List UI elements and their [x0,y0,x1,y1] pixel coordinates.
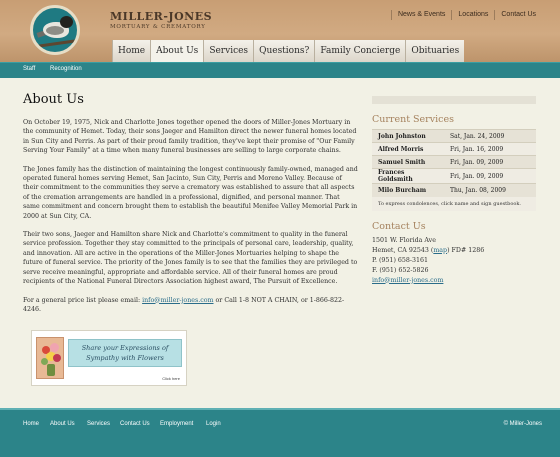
banner-line-1: Share your Expressions of [81,344,169,352]
service-date: Fri, Jan. 09, 2009 [444,168,536,184]
contact-email-link[interactable]: info@miller-jones.com [372,277,443,284]
service-row[interactable]: Frances Goldsmith Fri, Jan. 09, 2009 [372,168,536,184]
service-name[interactable]: Milo Burcham [372,183,444,197]
service-row[interactable]: John Johnston Sat, Jan. 24, 2009 [372,129,536,143]
subnav-staff[interactable]: Staff [23,66,35,72]
contact-heading: Contact Us [372,220,426,232]
service-name[interactable]: Frances Goldsmith [372,168,444,184]
site-header: MILLER-JONES MORTUARY & CREMATORY News &… [0,0,560,62]
contact-block: 1501 W. Florida Ave Hemet, CA 92543 (map… [372,236,536,286]
sub-nav: Staff Recognition [0,62,560,78]
top-links: News & Events Locations Contact Us [390,10,542,20]
sidebar-divider [372,96,536,104]
sidebar: Current Services John Johnston Sat, Jan. … [372,96,536,286]
nav-tab-home[interactable]: Home [112,40,151,62]
price-list-prefix: For a general price list please email: [23,296,143,304]
footer-link-login[interactable]: Login [206,421,221,427]
footer-link-employment[interactable]: Employment [160,421,193,427]
service-row[interactable]: Samuel Smith Fri, Jan. 09, 2009 [372,155,536,169]
brand[interactable]: MILLER-JONES MORTUARY & CREMATORY [110,10,212,30]
about-paragraph-2: The Jones family has the distinction of … [23,165,358,220]
services-note: To express condolences, click name and s… [372,196,536,211]
footer-link-services[interactable]: Services [87,421,110,427]
service-date: Sat, Jan. 24, 2009 [444,129,536,143]
top-link-news-events[interactable]: News & Events [390,10,451,20]
banner-line-2: Sympathy with Flowers [86,354,164,362]
price-list-email-link[interactable]: info@miller-jones.com [142,297,213,304]
top-link-locations[interactable]: Locations [451,10,494,20]
subnav-recognition[interactable]: Recognition [50,66,82,72]
service-row[interactable]: Alfred Morris Fri, Jan. 16, 2009 [372,142,536,156]
service-date: Thu, Jan. 08, 2009 [444,183,536,197]
nav-tab-obituaries[interactable]: Obituaries [405,40,465,62]
contact-fd-number: ) FD# 1286 [447,246,485,254]
price-list-text: For a general price list please email: i… [23,296,358,315]
nav-tab-questions[interactable]: Questions? [253,40,315,62]
current-services-heading: Current Services [372,114,454,125]
footer-link-about-us[interactable]: About Us [50,421,75,427]
footer-link-contact-us[interactable]: Contact Us [120,421,150,427]
site-footer: Home About Us Services Contact Us Employ… [0,408,560,457]
main-nav: Home About Us Services Questions? Family… [112,40,465,62]
top-link-contact-us[interactable]: Contact Us [494,10,542,20]
footer-copyright: © Miller-Jones [503,421,542,427]
logo-bird-icon[interactable] [30,5,80,55]
service-date: Fri, Jan. 09, 2009 [444,155,536,169]
contact-address: 1501 W. Florida Ave [372,236,436,244]
sympathy-flowers-banner[interactable]: Share your Expressions of Sympathy with … [31,330,187,386]
nav-tab-about-us[interactable]: About Us [150,40,204,62]
service-name[interactable]: Samuel Smith [372,155,444,169]
contact-phone: P. (951) 658-3161 [372,256,429,264]
about-paragraph-3: Their two sons, Jaeger and Hamilton shar… [23,231,358,286]
current-services-table: John Johnston Sat, Jan. 24, 2009 Alfred M… [372,129,536,197]
contact-city: Hemet, CA 92543 ( [372,246,434,254]
banner-click-here[interactable]: Click here [162,376,180,381]
service-row[interactable]: Milo Burcham Thu, Jan. 08, 2009 [372,183,536,197]
brand-subtitle: MORTUARY & CREMATORY [110,24,206,30]
page-title: About Us [23,92,84,107]
brand-name: MILLER-JONES [110,10,213,23]
map-link[interactable]: map [433,247,447,254]
footer-link-home[interactable]: Home [23,421,39,427]
flowers-image [36,337,64,379]
contact-city-line: Hemet, CA 92543 (map) FD# 1286 [372,246,536,256]
about-paragraph-1: On October 19, 1975, Nick and Charlotte … [23,119,357,155]
service-name[interactable]: Alfred Morris [372,142,444,156]
banner-text-panel: Share your Expressions of Sympathy with … [68,339,182,367]
service-date: Fri, Jan. 16, 2009 [444,142,536,156]
nav-tab-services[interactable]: Services [203,40,254,62]
contact-fax: F. (951) 652-5826 [372,266,429,274]
nav-tab-family-concierge[interactable]: Family Concierge [314,40,406,62]
main-content: About Us On October 19, 1975, Nick and C… [23,92,358,386]
service-name[interactable]: John Johnston [372,129,444,143]
